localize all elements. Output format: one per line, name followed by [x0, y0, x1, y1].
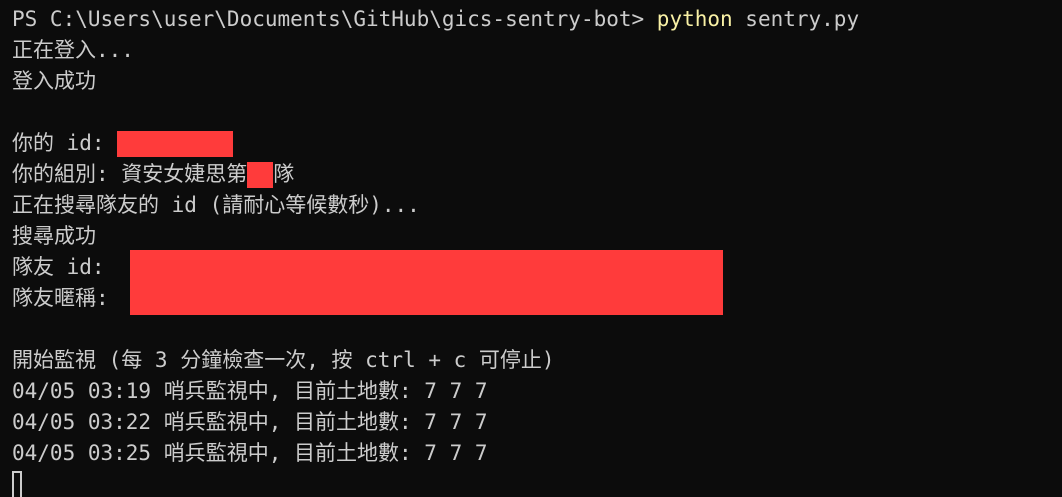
- output-log-line: 04/05 03:25 哨兵監視中, 目前土地數: 7 7 7: [12, 441, 488, 465]
- output-blank: [12, 314, 1062, 345]
- your-group-suffix: 隊: [273, 162, 295, 186]
- redacted-id-block: [117, 131, 234, 157]
- output-searching: 正在搜尋隊友的 id (請耐心等候數秒)...: [12, 193, 420, 217]
- terminal-window[interactable]: PS C:\Users\user\Documents\GitHub\gics-s…: [0, 0, 1062, 497]
- cursor-line: [12, 469, 1062, 497]
- prompt-line: PS C:\Users\user\Documents\GitHub\gics-s…: [12, 4, 1062, 35]
- command-args: sentry.py: [732, 7, 860, 31]
- output-login-ok: 登入成功: [12, 69, 96, 93]
- command-name: python: [656, 7, 733, 31]
- output-your-id: 你的 id:: [12, 128, 1062, 159]
- your-group-label: 你的組別: 資安女婕思第: [12, 162, 248, 186]
- output-start-monitor: 開始監視 (每 3 分鐘檢查一次, 按 ctrl + c 可停止): [12, 348, 555, 372]
- redacted-teammate-block: [130, 250, 723, 315]
- text-cursor: [12, 471, 22, 497]
- your-id-label: 你的 id:: [12, 131, 118, 155]
- output-log-line: 04/05 03:19 哨兵監視中, 目前土地數: 7 7 7: [12, 379, 488, 403]
- output-log-line: 04/05 03:22 哨兵監視中, 目前土地數: 7 7 7: [12, 410, 488, 434]
- prompt-path: PS C:\Users\user\Documents\GitHub\gics-s…: [12, 7, 657, 31]
- output-your-group: 你的組別: 資安女婕思第 隊: [12, 159, 1062, 190]
- output-blank: [12, 97, 1062, 128]
- redacted-group-number: [247, 162, 274, 188]
- output-logging-in: 正在登入...: [12, 38, 134, 62]
- output-search-ok: 搜尋成功: [12, 224, 96, 248]
